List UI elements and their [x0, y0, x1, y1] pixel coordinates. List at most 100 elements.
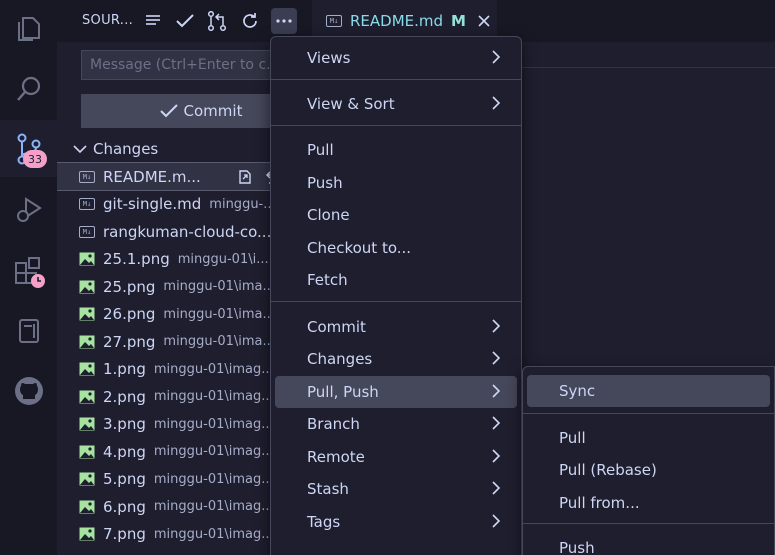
extensions-icon[interactable]	[0, 243, 57, 300]
changes-section-header[interactable]: Changes	[73, 138, 158, 160]
file-path: minggu-01\ima...	[163, 306, 275, 322]
chevron-right-icon	[491, 384, 501, 402]
menu-item-push[interactable]: Push	[275, 167, 517, 199]
changes-count-badge: 33	[23, 150, 47, 168]
file-name: 7.png	[103, 525, 146, 543]
menu-item-label: Clone	[307, 206, 350, 224]
markdown-icon: M↓	[326, 15, 342, 27]
menu-item-label: Push	[307, 174, 343, 192]
menu-separator	[271, 125, 521, 126]
file-path: minggu-01\imag...	[153, 389, 274, 404]
file-path: minggu-01\imag...	[153, 471, 274, 487]
menu-item-label: Fetch	[307, 271, 348, 289]
submenu-item-label: Sync	[559, 382, 596, 400]
menu-item-label: Remote	[307, 448, 365, 466]
menu-item-label: Changes	[307, 350, 373, 368]
image-file-icon	[79, 280, 95, 294]
source-control-icon[interactable]	[0, 120, 57, 177]
menu-separator	[271, 79, 521, 80]
file-path: minggu-01\i...	[177, 251, 269, 267]
pull-push-submenu: Sync Pull Pull (Rebase) Pull from... Push	[522, 366, 775, 555]
file-name: 26.png	[103, 305, 156, 323]
menu-item-clone[interactable]: Clone	[275, 199, 517, 231]
file-name: 6.png	[103, 497, 146, 516]
markdown-file-icon: M↓	[79, 225, 95, 239]
submenu-item-label: Pull (Rebase)	[559, 461, 657, 479]
more-actions-icon[interactable]	[271, 8, 297, 34]
submenu-item-sync[interactable]: Sync	[527, 375, 770, 407]
pull-request-icon[interactable]	[204, 8, 230, 34]
menu-item-branch[interactable]: Branch	[275, 408, 517, 440]
chevron-right-icon	[491, 416, 501, 434]
submenu-item-label: Push	[559, 539, 595, 555]
chevron-right-icon	[491, 351, 501, 369]
menu-item-label: Views	[307, 49, 351, 67]
file-name: 2.png	[103, 387, 146, 406]
menu-item-commit[interactable]: Commit	[275, 311, 517, 343]
menu-item-label: Branch	[307, 415, 360, 433]
search-icon[interactable]	[0, 60, 57, 117]
submenu-item-label: Pull from...	[559, 494, 640, 512]
file-path: minggu-01\ima...	[163, 334, 275, 349]
list-view-icon[interactable]	[140, 8, 166, 34]
editor-divider	[522, 48, 775, 68]
refresh-icon[interactable]	[237, 8, 263, 34]
image-file-icon	[79, 472, 95, 486]
menu-item-label: Stash	[307, 480, 349, 498]
image-file-icon	[79, 527, 95, 541]
menu-item-stash[interactable]: Stash	[275, 473, 517, 505]
file-name: 4.png	[103, 442, 146, 461]
changes-label: Changes	[93, 140, 159, 158]
image-file-icon	[79, 362, 95, 376]
menu-item-label: Pull, Push	[307, 383, 379, 401]
submenu-item-pull-from[interactable]: Pull from...	[527, 487, 770, 519]
open-file-icon[interactable]	[234, 166, 256, 188]
menu-item-view-sort[interactable]: View & Sort	[275, 88, 517, 120]
image-file-icon	[79, 335, 95, 349]
file-path: minggu-01\imag...	[153, 526, 274, 542]
file-name: README.m...	[103, 167, 201, 186]
file-name: 25.1.png	[103, 250, 170, 268]
menu-item-pull-push[interactable]: Pull, Push	[275, 376, 517, 408]
menu-item-views[interactable]: Views	[275, 42, 517, 74]
chevron-down-icon	[73, 145, 87, 154]
tab-label: README.md	[350, 12, 444, 30]
notebook-icon[interactable]	[0, 302, 57, 359]
commit-button-label: Commit	[183, 102, 243, 120]
chevron-right-icon	[491, 319, 501, 337]
explorer-icon[interactable]	[0, 0, 57, 57]
image-file-icon	[79, 445, 95, 459]
chevron-right-icon	[491, 449, 501, 467]
menu-item-label: Commit	[307, 318, 366, 336]
menu-item-tags[interactable]: Tags	[275, 506, 517, 538]
menu-item-changes[interactable]: Changes	[275, 343, 517, 375]
github-icon[interactable]	[0, 362, 57, 419]
menu-item-fetch[interactable]: Fetch	[275, 264, 517, 296]
run-debug-icon[interactable]	[0, 180, 57, 237]
image-file-icon	[79, 417, 95, 431]
file-name: 27.png	[103, 332, 156, 351]
file-name: 25.png	[103, 277, 156, 296]
menu-item-label: Pull	[307, 141, 334, 159]
markdown-file-icon: M↓	[79, 197, 95, 211]
submenu-item-label: Pull	[559, 429, 586, 447]
menu-item-remote[interactable]: Remote	[275, 441, 517, 473]
chevron-right-icon	[491, 50, 501, 68]
file-path: minggu-01\imag...	[153, 444, 274, 459]
menu-separator	[523, 413, 774, 414]
image-file-icon	[79, 252, 95, 266]
submenu-item-push[interactable]: Push	[527, 532, 770, 555]
menu-item-label: Tags	[307, 513, 341, 531]
menu-item-pull[interactable]: Pull	[275, 134, 517, 166]
menu-item-label: Checkout to...	[307, 239, 412, 257]
commit-check-icon[interactable]	[172, 8, 198, 34]
activity-bar: 33	[0, 0, 57, 555]
menu-item-checkout-to[interactable]: Checkout to...	[275, 232, 517, 264]
submenu-item-pull-rebase[interactable]: Pull (Rebase)	[527, 454, 770, 486]
image-file-icon	[79, 307, 95, 321]
file-name: 5.png	[103, 470, 146, 488]
chevron-right-icon	[491, 96, 501, 114]
close-icon[interactable]	[478, 15, 490, 27]
submenu-item-pull[interactable]: Pull	[527, 422, 770, 454]
menu-separator	[271, 301, 521, 302]
